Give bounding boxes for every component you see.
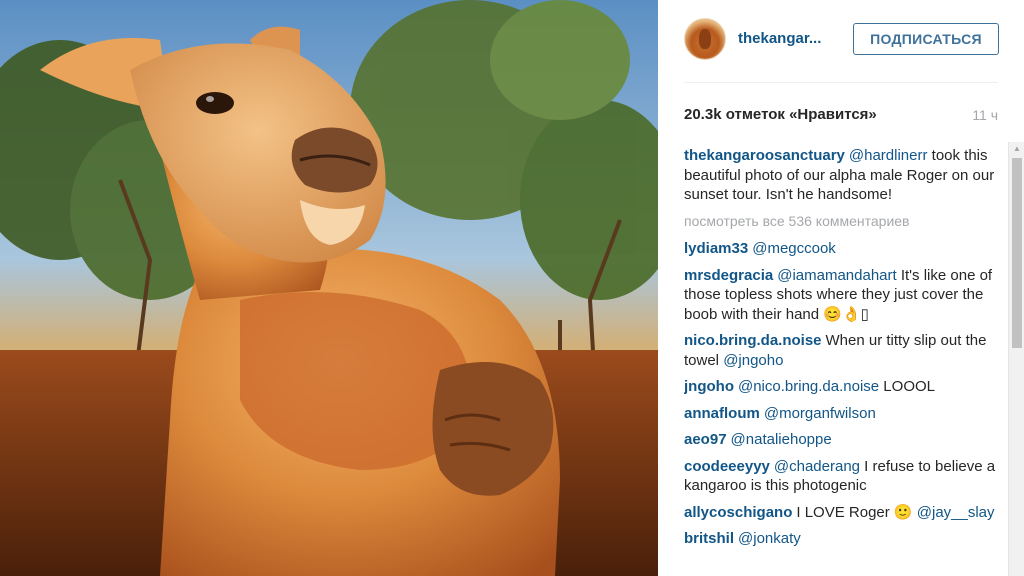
likes-count[interactable]: 20.3k отметок «Нравится»	[684, 106, 877, 123]
comment-mention[interactable]: @jay__slay	[917, 504, 995, 521]
comment-username[interactable]: jngoho	[684, 378, 734, 395]
comment-username[interactable]: mrsdegracia	[684, 267, 773, 284]
comment-item: lydiam33 @megccook	[684, 239, 1002, 259]
caption: thekangaroosanctuary @hardlinerr took thi…	[684, 146, 1002, 205]
comments-scrollbar[interactable]: ▲	[1008, 142, 1024, 576]
comment-mention[interactable]: @nico.bring.da.noise	[738, 378, 879, 395]
comment-username[interactable]: annafloum	[684, 405, 760, 422]
comment-username[interactable]: lydiam33	[684, 240, 748, 257]
comment-item: jngoho @nico.bring.da.noise LOOOL	[684, 377, 1002, 397]
comment-username[interactable]: allycoschigano	[684, 504, 792, 521]
post-side-panel: thekangar... ПОДПИСАТЬСЯ 20.3k отметок «…	[658, 0, 1024, 576]
comment-text: LOOOL	[879, 378, 935, 395]
comment-mention[interactable]: @nataliehoppe	[731, 431, 832, 448]
comment-item: mrsdegracia @iamamandahart It's like one …	[684, 266, 1002, 325]
scroll-up-arrow-icon[interactable]: ▲	[1009, 142, 1024, 156]
caption-mention[interactable]: @hardlinerr	[849, 147, 928, 164]
view-all-comments-link[interactable]: посмотреть все 536 комментариев	[684, 212, 1002, 232]
scroll-thumb[interactable]	[1012, 158, 1022, 348]
comment-item: annafloum @morganfwilson	[684, 404, 1002, 424]
comment-mention[interactable]: @jonkaty	[738, 530, 801, 547]
kangaroo-photo-illustration	[0, 0, 658, 576]
comment-username[interactable]: aeo97	[684, 431, 727, 448]
comment-text: I LOVE Roger 🙂	[796, 503, 917, 521]
comment-mention[interactable]: @jngoho	[723, 352, 783, 369]
comment-mention[interactable]: @megccook	[752, 240, 836, 257]
comment-item: britshil @jonkaty	[684, 529, 1002, 549]
comment-mention[interactable]: @iamamandahart	[777, 267, 896, 284]
post-photo[interactable]	[0, 0, 658, 576]
comments-list: thekangaroosanctuary @hardlinerr took thi…	[684, 146, 1002, 576]
post-author-username[interactable]: thekangar...	[738, 30, 821, 47]
comment-item: allycoschigano I LOVE Roger 🙂 @jay__slay	[684, 503, 1002, 523]
comment-item: coodeeeyyy @chaderang I refuse to believe…	[684, 457, 1002, 496]
comment-item: nico.bring.da.noise When ur titty slip ou…	[684, 331, 1002, 370]
comment-username[interactable]: coodeeeyyy	[684, 458, 770, 475]
caption-username[interactable]: thekangaroosanctuary	[684, 147, 845, 164]
comment-username[interactable]: britshil	[684, 530, 734, 547]
avatar[interactable]	[684, 18, 726, 60]
post-time-ago[interactable]: 11 ч	[972, 107, 998, 123]
post-header: thekangar... ПОДПИСАТЬСЯ	[684, 18, 999, 64]
comment-item: aeo97 @nataliehoppe	[684, 430, 1002, 450]
comment-mention[interactable]: @morganfwilson	[764, 405, 876, 422]
header-divider	[684, 82, 998, 83]
comment-mention[interactable]: @chaderang	[774, 458, 860, 475]
comment-username[interactable]: nico.bring.da.noise	[684, 332, 822, 349]
follow-button[interactable]: ПОДПИСАТЬСЯ	[853, 23, 999, 55]
